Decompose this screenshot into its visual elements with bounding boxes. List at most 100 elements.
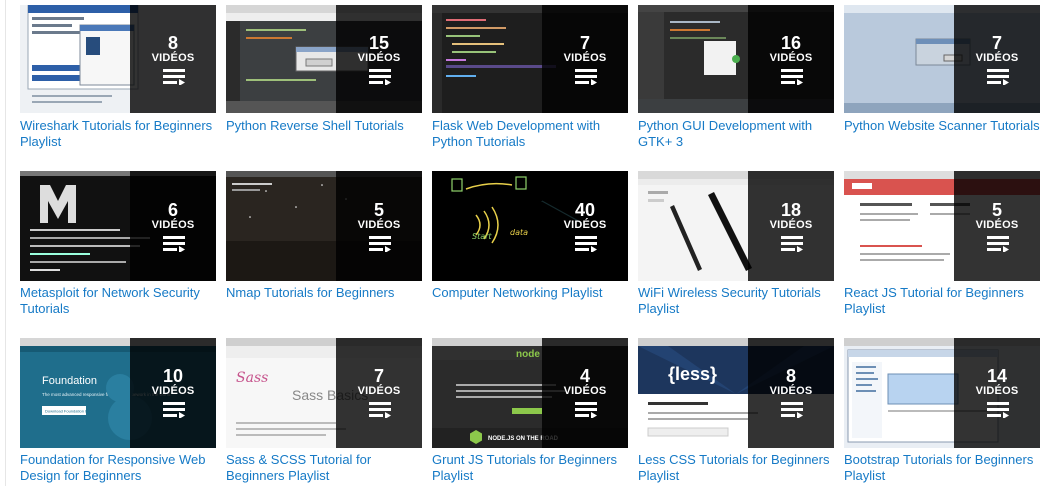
playlist-card[interactable]: 8 VIDÉOS Wireshark Tutorials for Beginne… (20, 5, 216, 165)
playlist-card[interactable]: 18 VIDÉOS WiFi Wireless Security Tutoria… (638, 171, 834, 331)
videos-label: VIDÉOS (357, 385, 401, 397)
chalk-word-start: Start (472, 232, 492, 241)
node-logo: node (516, 349, 540, 360)
video-count: 40 (574, 200, 596, 220)
chalk-word-data: data (510, 228, 528, 237)
playlist-card[interactable]: Start data 40 VIDÉOS Computer Networking… (432, 171, 628, 331)
video-count: 8 (167, 33, 178, 53)
playlist-icon (163, 236, 185, 252)
playlist-title[interactable]: Python GUI Development with GTK+ 3 (638, 118, 836, 150)
playlist-icon (369, 236, 391, 252)
video-count: 7 (991, 33, 1002, 53)
playlist-title[interactable]: React JS Tutorial for Beginners Playlist (844, 285, 1040, 317)
foundation-button: Download Foundation 6 (45, 409, 88, 414)
playlist-icon (781, 236, 803, 252)
video-count: 10 (162, 366, 184, 386)
video-count-overlay: 18 VIDÉOS (748, 171, 834, 281)
playlist-title[interactable]: Foundation for Responsive Web Design for… (20, 452, 218, 484)
playlist-card[interactable]: 16 VIDÉOS Python GUI Development with GT… (638, 5, 834, 165)
video-count: 7 (373, 366, 384, 386)
playlist-thumbnail[interactable]: 7 VIDÉOS (432, 5, 628, 113)
video-count-overlay: 8 VIDÉOS (748, 338, 834, 448)
playlist-card[interactable]: 14 VIDÉOS Bootstrap Tutorials for Beginn… (844, 338, 1040, 498)
video-count: 18 (780, 200, 802, 220)
playlist-card[interactable]: 15 VIDÉOS Python Reverse Shell Tutorials (226, 5, 422, 165)
playlist-thumbnail[interactable]: Start data 40 VIDÉOS (432, 171, 628, 281)
playlist-icon (987, 69, 1009, 85)
playlist-card[interactable]: {less} 8 VIDÉOS Less CSS Tutorials for B… (638, 338, 834, 498)
playlist-icon (781, 402, 803, 418)
video-count: 5 (991, 200, 1002, 220)
video-count: 4 (579, 366, 590, 386)
playlist-icon (369, 69, 391, 85)
video-count-overlay: 14 VIDÉOS (954, 338, 1040, 448)
playlist-title[interactable]: Bootstrap Tutorials for Beginners Playli… (844, 452, 1040, 484)
video-count-overlay: 16 VIDÉOS (748, 5, 834, 113)
videos-label: VIDÉOS (975, 385, 1019, 397)
videos-label: VIDÉOS (769, 385, 813, 397)
playlist-thumbnail[interactable]: 8 VIDÉOS (20, 5, 216, 113)
playlist-thumbnail[interactable]: 6 VIDÉOS (20, 171, 216, 281)
playlist-icon (575, 402, 597, 418)
playlist-card[interactable]: Sass Sass Basics 7 VIDÉOS Sass & SCSS Tu… (226, 338, 422, 498)
playlist-thumbnail[interactable]: 5 VIDÉOS (844, 171, 1040, 281)
video-count-overlay: 10 VIDÉOS (130, 338, 216, 448)
playlist-thumbnail[interactable]: 14 VIDÉOS (844, 338, 1040, 448)
playlist-thumbnail[interactable]: 15 VIDÉOS (226, 5, 422, 113)
video-count-overlay: 40 VIDÉOS (542, 171, 628, 281)
playlist-card[interactable]: 7 VIDÉOS Python Website Scanner Tutorial… (844, 5, 1040, 165)
videos-label: VIDÉOS (975, 52, 1019, 64)
playlist-title[interactable]: Flask Web Development with Python Tutori… (432, 118, 630, 150)
playlist-title[interactable]: Python Reverse Shell Tutorials (226, 118, 424, 134)
playlist-card[interactable]: 5 VIDÉOS Nmap Tutorials for Beginners (226, 171, 422, 331)
playlist-thumbnail[interactable]: 7 VIDÉOS (844, 5, 1040, 113)
video-count-overlay: 6 VIDÉOS (130, 171, 216, 281)
video-count: 14 (986, 366, 1008, 386)
videos-label: VIDÉOS (151, 52, 195, 64)
playlist-icon (987, 236, 1009, 252)
videos-label: VIDÉOS (357, 52, 401, 64)
playlist-icon (987, 402, 1009, 418)
videos-label: VIDÉOS (151, 385, 195, 397)
playlist-thumbnail[interactable]: 5 VIDÉOS (226, 171, 422, 281)
video-count: 7 (579, 33, 590, 53)
video-count: 16 (780, 33, 802, 53)
playlist-card[interactable]: 7 VIDÉOS Flask Web Development with Pyth… (432, 5, 628, 165)
playlist-card[interactable]: 6 VIDÉOS Metasploit for Network Security… (20, 171, 216, 331)
playlist-icon (163, 69, 185, 85)
playlist-title[interactable]: Computer Networking Playlist (432, 285, 630, 301)
video-count: 8 (785, 366, 796, 386)
video-count-overlay: 5 VIDÉOS (954, 171, 1040, 281)
playlist-thumbnail[interactable]: node NODE.JS ON THE ROAD 4 VIDÉOS (432, 338, 628, 448)
video-count: 6 (167, 200, 178, 220)
video-count-overlay: 7 VIDÉOS (542, 5, 628, 113)
videos-label: VIDÉOS (357, 219, 401, 231)
playlist-thumbnail[interactable]: 16 VIDÉOS (638, 5, 834, 113)
playlist-card[interactable]: 5 VIDÉOS React JS Tutorial for Beginners… (844, 171, 1040, 331)
playlist-thumbnail[interactable]: Sass Sass Basics 7 VIDÉOS (226, 338, 422, 448)
playlist-title[interactable]: Metasploit for Network Security Tutorial… (20, 285, 218, 317)
page-left-rule (5, 0, 6, 486)
playlist-thumbnail[interactable]: Foundation The most advanced responsive … (20, 338, 216, 448)
foundation-heading: Foundation (42, 375, 97, 387)
playlist-icon (575, 69, 597, 85)
video-count-overlay: 4 VIDÉOS (542, 338, 628, 448)
playlist-thumbnail[interactable]: 18 VIDÉOS (638, 171, 834, 281)
video-count: 15 (368, 33, 390, 53)
playlist-title[interactable]: WiFi Wireless Security Tutorials Playlis… (638, 285, 836, 317)
video-count-overlay: 5 VIDÉOS (336, 171, 422, 281)
playlist-card[interactable]: Foundation The most advanced responsive … (20, 338, 216, 498)
videos-label: VIDÉOS (563, 385, 607, 397)
playlist-thumbnail[interactable]: {less} 8 VIDÉOS (638, 338, 834, 448)
playlist-icon (163, 402, 185, 418)
videos-label: VIDÉOS (769, 52, 813, 64)
playlist-title[interactable]: Nmap Tutorials for Beginners (226, 285, 424, 301)
playlist-card[interactable]: node NODE.JS ON THE ROAD 4 VIDÉOS Grunt … (432, 338, 628, 498)
playlist-title[interactable]: Python Website Scanner Tutorials (844, 118, 1040, 134)
playlist-title[interactable]: Grunt JS Tutorials for Beginners Playlis… (432, 452, 630, 484)
playlist-title[interactable]: Wireshark Tutorials for Beginners Playli… (20, 118, 218, 150)
playlist-title[interactable]: Less CSS Tutorials for Beginners Playlis… (638, 452, 836, 484)
playlist-icon (575, 236, 597, 252)
less-logo: {less} (668, 364, 717, 384)
playlist-title[interactable]: Sass & SCSS Tutorial for Beginners Playl… (226, 452, 424, 484)
